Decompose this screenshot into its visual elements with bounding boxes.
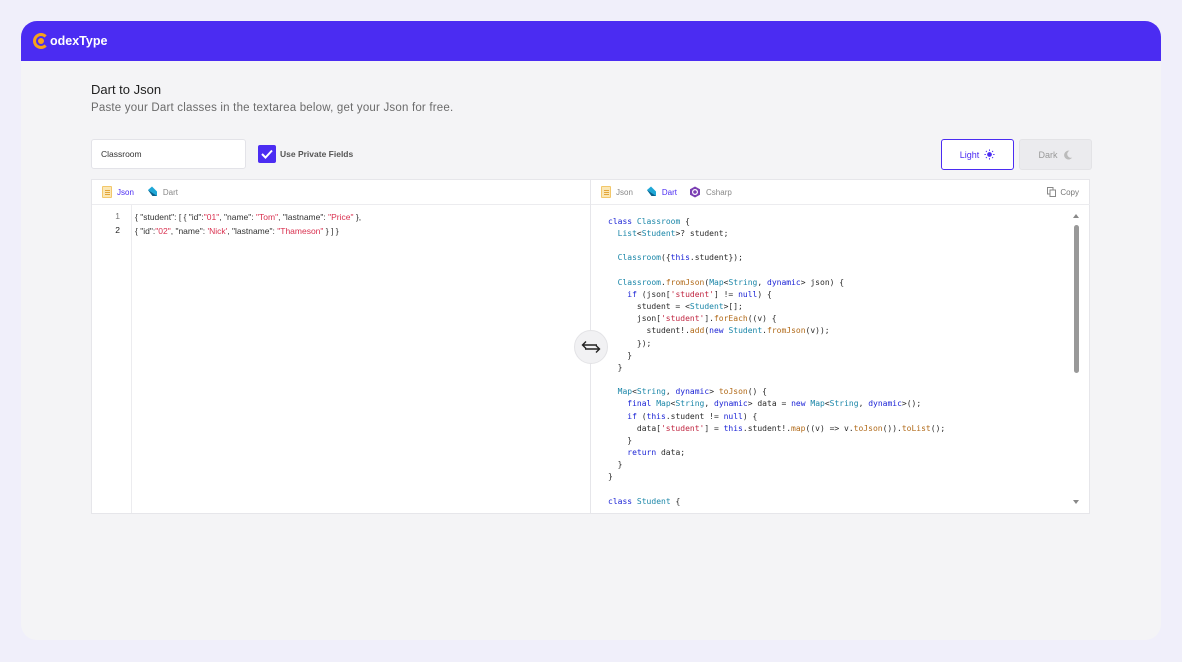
right-tab-bar: Json Dart Csharp <box>591 180 1090 205</box>
copy-icon <box>1047 187 1057 197</box>
brand-name: odexType <box>50 34 108 48</box>
theme-dark-button[interactable]: Dark <box>1019 139 1092 170</box>
left-tab-dart[interactable]: Dart <box>146 186 178 198</box>
checkmark-icon <box>261 149 273 159</box>
left-tab-json-label: Json <box>117 187 134 197</box>
swap-button[interactable] <box>574 330 608 364</box>
private-fields-label: Use Private Fields <box>280 149 354 159</box>
json-input-pane: Json Dart 1 2 { "student": [ { "id":"01"… <box>92 180 591 513</box>
dart-output-pane: Json Dart Csharp Copy class Classroom { … <box>591 180 1090 513</box>
scroll-up-arrow-icon[interactable] <box>1073 214 1079 218</box>
left-tab-bar: Json Dart <box>92 180 590 205</box>
line-number-gutter: 1 2 <box>92 205 132 513</box>
page-subtitle: Paste your Dart classes in the textarea … <box>91 102 454 114</box>
class-name-input[interactable] <box>91 139 246 169</box>
right-tab-dart-label: Dart <box>661 187 678 197</box>
vertical-scrollbar[interactable] <box>1073 214 1080 504</box>
scroll-down-arrow-icon[interactable] <box>1073 500 1079 504</box>
right-tab-dart[interactable]: Dart <box>645 186 677 198</box>
private-fields-checkbox[interactable] <box>258 145 276 163</box>
right-tab-csharp[interactable]: Csharp <box>689 186 732 198</box>
swap-arrows-icon <box>581 341 601 353</box>
json-file-icon <box>601 186 611 198</box>
top-bar: odexType <box>21 21 1161 61</box>
dart-code-output[interactable]: class Classroom { List<Student>? student… <box>608 216 1068 508</box>
copy-button[interactable]: Copy <box>1047 187 1079 197</box>
dart-icon <box>147 186 157 196</box>
copy-label: Copy <box>1060 187 1079 197</box>
json-file-icon <box>102 186 112 198</box>
page-title: Dart to Json <box>91 82 162 97</box>
app-window: odexType Dart to Json Paste your Dart cl… <box>21 21 1161 640</box>
line-number: 2 <box>115 225 120 235</box>
right-tab-json[interactable]: Json <box>601 186 633 198</box>
dart-icon <box>646 186 656 196</box>
scrollbar-thumb[interactable] <box>1074 225 1079 373</box>
sun-icon <box>984 149 995 160</box>
line-number: 1 <box>115 211 120 221</box>
moon-icon <box>1063 150 1072 159</box>
right-tab-json-label: Json <box>616 187 633 197</box>
theme-dark-label: Dark <box>1038 149 1058 160</box>
theme-light-button[interactable]: Light <box>941 139 1014 170</box>
right-tab-csharp-label: Csharp <box>706 187 732 197</box>
left-tab-json[interactable]: Json <box>102 186 134 198</box>
theme-light-label: Light <box>959 149 980 160</box>
logo[interactable]: odexType <box>32 32 107 50</box>
logo-icon <box>32 32 50 50</box>
csharp-icon <box>690 186 701 198</box>
json-textarea[interactable]: { "student": [ { "id":"01", "name": "Tom… <box>135 210 575 238</box>
left-tab-dart-label: Dart <box>162 187 179 197</box>
